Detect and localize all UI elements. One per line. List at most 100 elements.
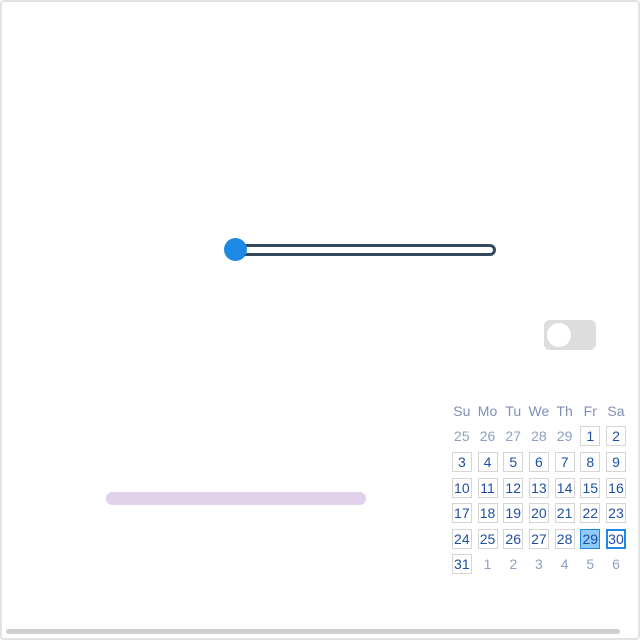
calendar-cell: 24 [449, 526, 475, 552]
calendar-day[interactable]: 25 [477, 528, 498, 549]
calendar-day[interactable]: 2 [503, 554, 523, 574]
calendar-cell: 9 [603, 449, 629, 475]
calendar-cell: 1 [475, 552, 501, 578]
calendar-day[interactable]: 22 [580, 503, 601, 524]
calendar-day[interactable]: 23 [605, 503, 626, 524]
toggle-switch[interactable] [544, 320, 596, 350]
calendar-day[interactable]: 2 [605, 426, 626, 447]
calendar-day[interactable]: 29 [555, 426, 575, 446]
calendar-day[interactable]: 8 [580, 451, 601, 472]
calendar-day-today[interactable]: 30 [605, 528, 626, 549]
calendar-day[interactable]: 11 [477, 477, 498, 498]
calendar-week-row: 10 11 12 13 14 15 16 [449, 475, 629, 501]
weekday-label: Fr [583, 402, 597, 419]
calendar-cell: 5 [577, 552, 603, 578]
calendar-day[interactable]: 16 [605, 477, 626, 498]
calendar-cell: 23 [603, 500, 629, 526]
calendar-day[interactable]: 27 [503, 426, 523, 446]
progress-bar [106, 492, 366, 505]
calendar-cell: 28 [552, 526, 578, 552]
calendar-day[interactable]: 26 [478, 426, 498, 446]
calendar-cell: 5 [500, 449, 526, 475]
calendar-day[interactable]: 4 [555, 554, 575, 574]
calendar-day[interactable]: 28 [529, 426, 549, 446]
calendar-week-row: 3456789 [449, 449, 629, 475]
calendar-grid: 25 26 27 28 29 1 2 3 4 5 6 7 8 9 10 11 12 13 14 15 16 17 18 19 2… [449, 424, 629, 578]
calendar-day[interactable]: 7 [554, 451, 575, 472]
calendar-day[interactable]: 26 [503, 528, 524, 549]
calendar-cell: 29 [552, 424, 578, 450]
calendar-day[interactable]: 5 [503, 451, 524, 472]
calendar-day-selected[interactable]: 29 [580, 528, 601, 549]
calendar-cell: 25 [449, 424, 475, 450]
calendar-day[interactable]: 12 [503, 477, 524, 498]
calendar-day[interactable]: 5 [580, 554, 600, 574]
calendar-cell: 31 [449, 552, 475, 578]
calendar-cell: 27 [500, 424, 526, 450]
weekday-label: Tu [505, 402, 522, 419]
calendar-cell: 14 [552, 475, 578, 501]
calendar-cell: 8 [577, 449, 603, 475]
calendar-day[interactable]: 3 [529, 554, 549, 574]
calendar-day[interactable]: 3 [451, 451, 472, 472]
calendar-day[interactable]: 9 [605, 451, 626, 472]
toggle-knob[interactable] [547, 323, 571, 347]
calendar-day[interactable]: 18 [477, 503, 498, 524]
calendar-cell: 15 [577, 475, 603, 501]
calendar-week-row: 25 26 27 28 29 1 2 [449, 424, 629, 450]
calendar-cell: 2 [603, 424, 629, 450]
calendar-day[interactable]: 19 [503, 503, 524, 524]
weekday-label: Th [556, 402, 573, 419]
calendar-cell: 25 [475, 526, 501, 552]
calendar-day[interactable]: 21 [554, 503, 575, 524]
calendar-day[interactable]: 1 [580, 426, 601, 447]
range-slider[interactable] [222, 236, 498, 264]
weekday-label: Mo [477, 402, 498, 419]
calendar-day[interactable]: 4 [477, 451, 498, 472]
calendar-cell: 4 [475, 449, 501, 475]
calendar-cell: 27 [526, 526, 552, 552]
calendar-cell: 29 [577, 526, 603, 552]
weekday-label: Sa [607, 402, 625, 419]
slider-thumb[interactable] [224, 238, 247, 261]
weekday-label: We [528, 402, 550, 419]
horizontal-scrollbar[interactable] [6, 629, 620, 634]
weekday-label: Su [453, 402, 471, 419]
calendar-day[interactable]: 10 [451, 477, 472, 498]
calendar-day[interactable]: 13 [528, 477, 549, 498]
calendar-day[interactable]: 6 [606, 554, 626, 574]
calendar-day[interactable]: 27 [528, 528, 549, 549]
calendar-cell: 26 [500, 526, 526, 552]
calendar-day[interactable]: 28 [554, 528, 575, 549]
calendar-cell: 12 [500, 475, 526, 501]
calendar-day[interactable]: 17 [451, 503, 472, 524]
calendar-cell: 28 [526, 424, 552, 450]
calendar-cell: 20 [526, 500, 552, 526]
calendar-day[interactable]: 31 [451, 554, 472, 575]
calendar-cell: 30 [603, 526, 629, 552]
calendar-day[interactable]: 14 [554, 477, 575, 498]
calendar-cell: 19 [500, 500, 526, 526]
calendar-cell: 2 [500, 552, 526, 578]
calendar-weekday-header: Su Mo Tu We Th Fr Sa [449, 398, 629, 424]
calendar-day[interactable]: 24 [451, 528, 472, 549]
calendar-week-row: 17 18 19 20 21 22 23 [449, 500, 629, 526]
calendar-week-row: 24 25 26 27 28 29 30 [449, 526, 629, 552]
calendar-day[interactable]: 25 [452, 426, 472, 446]
calendar-day[interactable]: 1 [478, 554, 498, 574]
calendar-cell: 4 [552, 552, 578, 578]
calendar-cell: 3 [526, 552, 552, 578]
calendar-cell: 6 [603, 552, 629, 578]
calendar-cell: 17 [449, 500, 475, 526]
calendar-cell: 21 [552, 500, 578, 526]
calendar-day[interactable]: 15 [580, 477, 601, 498]
calendar-cell: 18 [475, 500, 501, 526]
calendar-day[interactable]: 20 [528, 503, 549, 524]
calendar-day[interactable]: 6 [528, 451, 549, 472]
slider-track[interactable] [234, 244, 496, 256]
calendar-cell: 13 [526, 475, 552, 501]
calendar-cell: 11 [475, 475, 501, 501]
calendar-cell: 3 [449, 449, 475, 475]
calendar-cell: 26 [475, 424, 501, 450]
calendar-cell: 22 [577, 500, 603, 526]
